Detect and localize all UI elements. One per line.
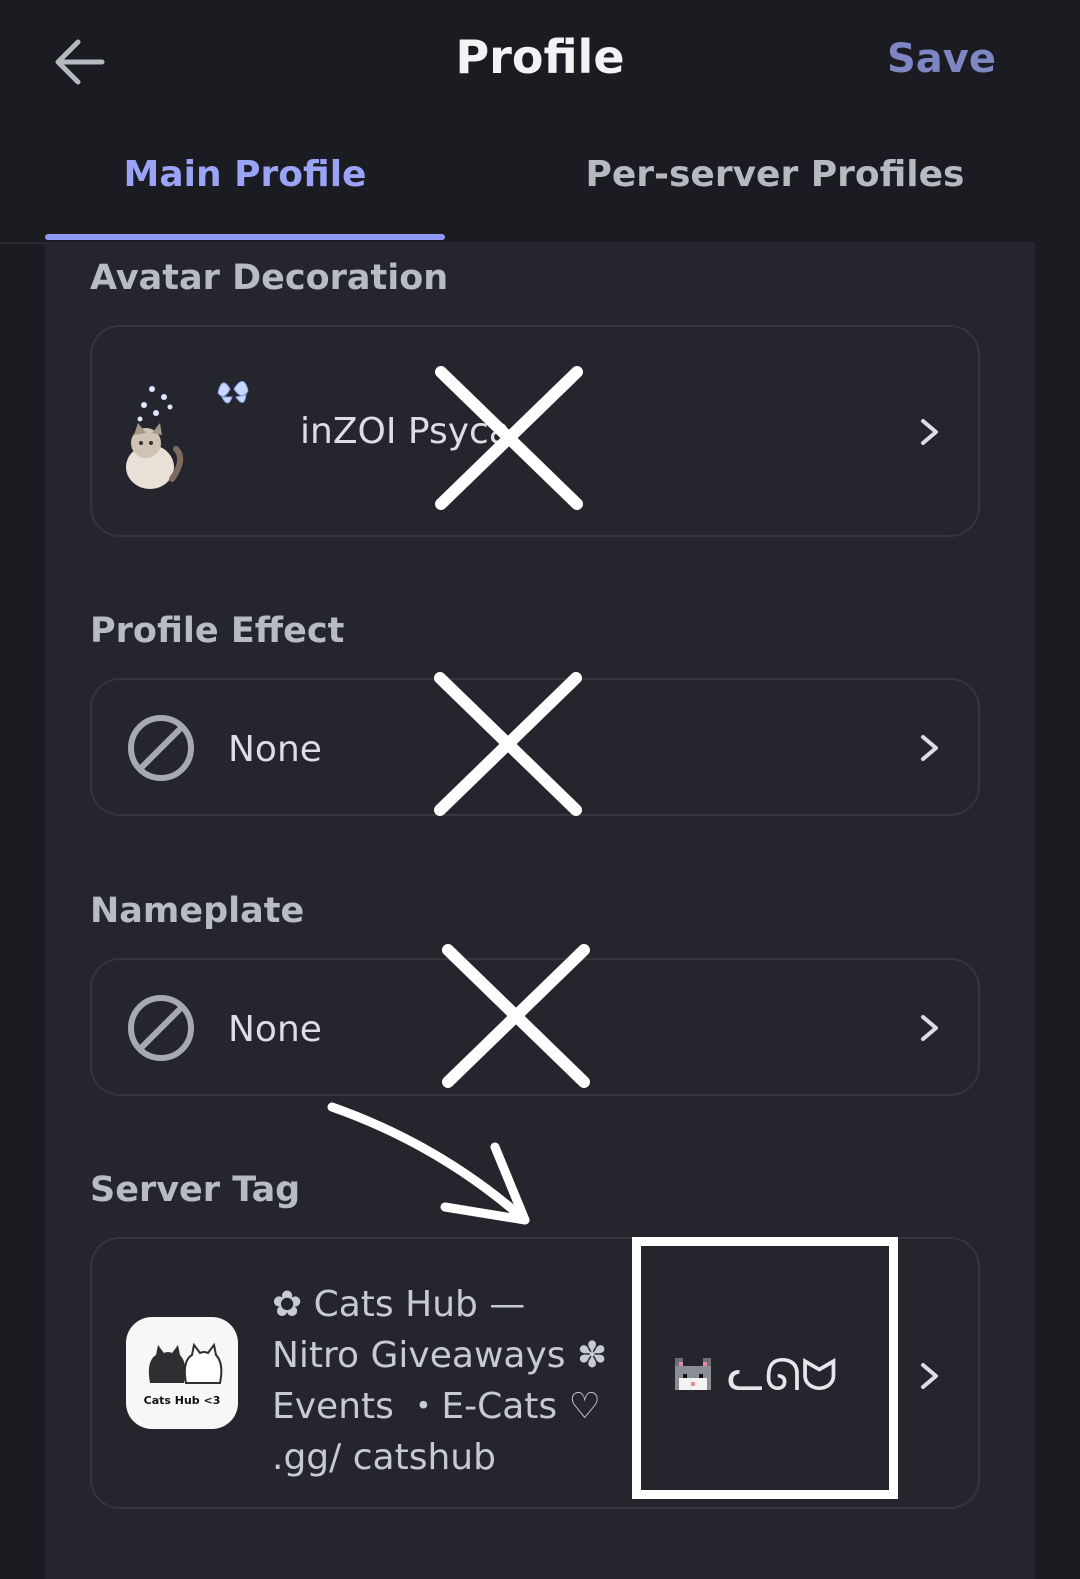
avatar-decoration-label: Avatar Decoration: [90, 258, 449, 298]
chevron-right-icon: [921, 735, 938, 761]
cross-out-mark-icon: [442, 944, 590, 1088]
cross-out-mark-icon: [435, 366, 583, 510]
tab-main-profile[interactable]: Main Profile: [45, 154, 445, 195]
cross-out-mark-icon: [434, 672, 582, 816]
profile-effect-label: Profile Effect: [90, 611, 345, 651]
prohibited-icon: [128, 715, 194, 781]
prohibited-icon: [128, 995, 194, 1061]
server-tag-text: ᓚᘏᗢ: [727, 1350, 838, 1401]
server-avatar: Cats Hub <3: [126, 1317, 238, 1429]
cat-logo-icon: [148, 1343, 223, 1384]
top-bar: Profile Save: [0, 0, 1080, 120]
pixel-cat-icon: [675, 1357, 711, 1390]
nameplate-label: Nameplate: [90, 891, 305, 931]
chevron-right-icon: [921, 419, 938, 445]
tab-per-server-profiles[interactable]: Per-server Profiles: [560, 154, 990, 195]
save-button[interactable]: Save: [887, 36, 996, 82]
avatar-decoration-preview-icon: [126, 381, 249, 489]
tab-bar: Main Profile Per-server Profiles: [0, 130, 1080, 244]
panel-edge: [1035, 242, 1080, 1579]
annotation-arrow-icon: [327, 1102, 530, 1225]
server-avatar-text: Cats Hub <3: [143, 1394, 221, 1407]
active-tab-indicator: [45, 234, 445, 240]
nameplate-value: None: [228, 1009, 322, 1050]
server-tag-label: Server Tag: [90, 1170, 301, 1210]
chevron-right-icon: [921, 1363, 938, 1389]
server-name: ✿ Cats Hub — Nitro Giveaways ✽ Events ・E…: [272, 1284, 608, 1478]
chevron-right-icon: [921, 1015, 938, 1041]
highlight-box: ᓚᘏᗢ: [632, 1237, 898, 1499]
profile-effect-value: None: [228, 729, 322, 770]
server-tag-badge: ᓚᘏᗢ: [671, 1350, 838, 1401]
